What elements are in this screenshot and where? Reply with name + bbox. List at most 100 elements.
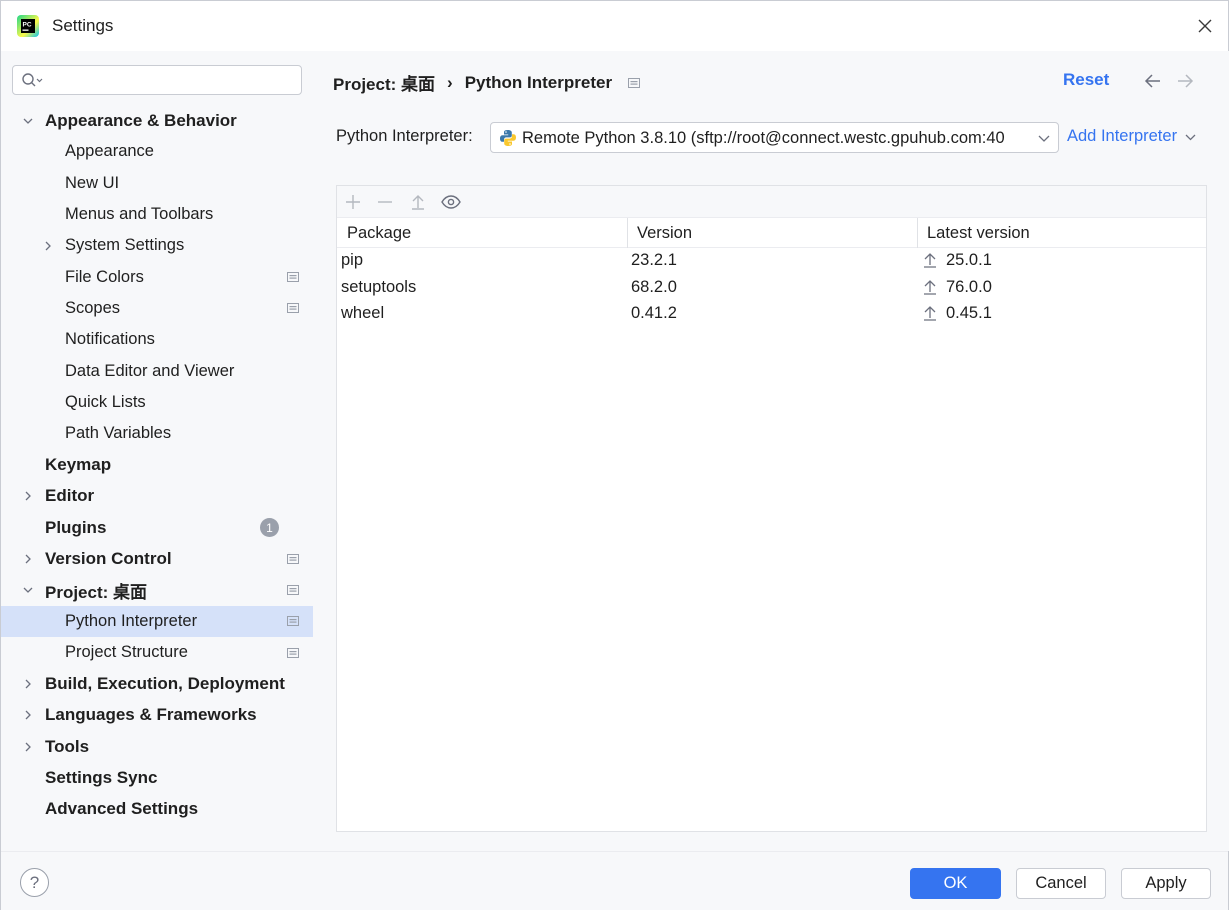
table-row[interactable]: wheel 0.41.2 0.45.1 <box>337 301 1206 328</box>
package-version: 0.41.2 <box>631 304 677 322</box>
column-divider <box>627 218 628 248</box>
install-package-button[interactable] <box>343 192 363 212</box>
sidebar-item-label: Build, Execution, Deployment <box>45 673 285 693</box>
sidebar-item-data-editor-and-viewer[interactable]: Data Editor and Viewer <box>1 355 313 386</box>
settings-window: PC Settings Appearance & Behavior Appeara… <box>0 0 1229 910</box>
packages-table-header: Package Version Latest version <box>337 218 1206 248</box>
sidebar-item-advanced-settings[interactable]: Advanced Settings <box>1 794 313 825</box>
sidebar-item-label: Advanced Settings <box>45 799 199 819</box>
sidebar-item-path-variables[interactable]: Path Variables <box>1 418 313 449</box>
sidebar-item-label: Plugins <box>45 517 107 537</box>
settings-sidebar: Appearance & Behavior Appearance New UI Men… <box>1 51 313 851</box>
sidebar-item-plugins[interactable]: Plugins 1 <box>1 512 313 543</box>
sidebar-item-label: Keymap <box>45 454 112 474</box>
table-row[interactable]: pip 23.2.1 25.0.1 <box>337 248 1206 275</box>
upgrade-available-icon <box>924 279 936 295</box>
chevron-down-icon[interactable] <box>22 584 34 596</box>
chevron-right-icon[interactable] <box>22 553 34 565</box>
sidebar-item-languages-frameworks[interactable]: Languages & Frameworks <box>1 700 313 731</box>
project-scope-icon <box>287 303 299 314</box>
sidebar-item-notifications[interactable]: Notifications <box>1 324 313 355</box>
sidebar-item-project[interactable]: Project: 桌面 <box>1 574 313 605</box>
column-divider <box>917 218 918 248</box>
chevron-right-icon[interactable] <box>22 709 34 721</box>
sidebar-item-project-structure[interactable]: Project Structure <box>1 637 313 668</box>
cancel-button[interactable]: Cancel <box>1016 868 1106 899</box>
sidebar-item-file-colors[interactable]: File Colors <box>1 261 313 292</box>
upgrade-available-icon <box>924 253 936 268</box>
column-header-version[interactable]: Version <box>637 224 692 243</box>
sidebar-item-menus-and-toolbars[interactable]: Menus and Toolbars <box>1 199 313 230</box>
minus-icon <box>378 201 392 203</box>
sidebar-item-editor[interactable]: Editor <box>1 481 313 512</box>
sidebar-item-python-interpreter[interactable]: Python Interpreter <box>1 605 313 638</box>
add-interpreter-label: Add Interpreter <box>1067 127 1178 145</box>
close-button[interactable] <box>1194 15 1216 37</box>
add-interpreter-button[interactable]: Add Interpreter <box>1067 127 1196 146</box>
package-version: 23.2.1 <box>631 251 677 269</box>
chevron-right-icon[interactable] <box>22 678 34 690</box>
table-row[interactable]: setuptools 68.2.0 76.0.0 <box>337 275 1206 302</box>
breadcrumb-parent[interactable]: Project: 桌面 <box>333 70 435 95</box>
pycharm-logo-icon: PC <box>17 15 39 37</box>
plus-icon <box>346 195 360 209</box>
chevron-right-icon[interactable] <box>42 240 54 252</box>
search-icon <box>22 73 43 87</box>
apply-button[interactable]: Apply <box>1121 868 1211 899</box>
sidebar-item-tools[interactable]: Tools <box>1 731 313 762</box>
sidebar-item-keymap[interactable]: Keymap <box>1 449 313 480</box>
package-latest-version: 76.0.0 <box>946 277 992 296</box>
svg-text:PC: PC <box>23 22 32 29</box>
sidebar-item-label: Appearance <box>65 142 154 161</box>
back-arrow-icon[interactable] <box>1143 71 1163 91</box>
upgrade-package-button[interactable] <box>408 192 428 212</box>
search-input[interactable] <box>51 70 291 90</box>
sidebar-item-label: Appearance & Behavior <box>45 110 237 130</box>
sidebar-item-label: Settings Sync <box>45 767 158 787</box>
sidebar-item-version-control[interactable]: Version Control <box>1 543 313 574</box>
interpreter-value: Remote Python 3.8.10 (sftp://root@connec… <box>522 129 1005 147</box>
sidebar-item-new-ui[interactable]: New UI <box>1 168 313 199</box>
sidebar-item-appearance[interactable]: Appearance <box>1 136 313 167</box>
chevron-right-icon[interactable] <box>22 741 34 753</box>
chevron-down-icon[interactable] <box>22 115 34 127</box>
sidebar-item-label: Version Control <box>45 548 172 568</box>
sidebar-item-label: Project: 桌面 <box>45 582 148 602</box>
ok-button[interactable]: OK <box>910 868 1001 899</box>
project-scope-icon <box>287 616 299 627</box>
package-latest-version: 0.45.1 <box>946 304 992 322</box>
sidebar-item-label: Menus and Toolbars <box>65 205 214 224</box>
package-latest-version: 25.0.1 <box>946 251 992 269</box>
interpreter-label: Python Interpreter: <box>336 127 473 145</box>
sidebar-item-system-settings[interactable]: System Settings <box>1 230 313 261</box>
chevron-down-icon <box>1185 134 1196 140</box>
package-version: 68.2.0 <box>631 277 677 296</box>
search-box[interactable] <box>12 65 302 95</box>
help-button[interactable]: ? <box>20 868 49 897</box>
column-header-package[interactable]: Package <box>347 224 411 243</box>
uninstall-package-button[interactable] <box>375 192 395 212</box>
sidebar-item-scopes[interactable]: Scopes <box>1 293 313 324</box>
column-header-latest-version[interactable]: Latest version <box>927 224 1030 243</box>
window-title: Settings <box>52 16 114 35</box>
sidebar-item-label: Path Variables <box>65 424 172 443</box>
eye-icon <box>441 195 461 209</box>
python-icon <box>500 130 516 146</box>
project-scope-icon <box>287 553 299 564</box>
show-early-releases-button[interactable] <box>441 192 461 212</box>
sidebar-item-appearance-behavior[interactable]: Appearance & Behavior <box>1 105 313 136</box>
forward-arrow-icon[interactable] <box>1175 71 1195 91</box>
sidebar-item-label: Languages & Frameworks <box>45 705 257 725</box>
title-bar: PC Settings <box>1 1 1228 51</box>
sidebar-item-label: Data Editor and Viewer <box>65 361 235 380</box>
interpreter-select[interactable]: Remote Python 3.8.10 (sftp://root@connec… <box>490 122 1059 153</box>
sidebar-item-build-execution-deployment[interactable]: Build, Execution, Deployment <box>1 668 313 699</box>
chevron-right-icon[interactable] <box>22 490 34 502</box>
sidebar-item-label: Tools <box>45 736 90 756</box>
dialog-footer: ? OK Cancel Apply <box>1 851 1228 910</box>
sidebar-item-quick-lists[interactable]: Quick Lists <box>1 387 313 418</box>
sidebar-item-settings-sync[interactable]: Settings Sync <box>1 762 313 793</box>
breadcrumb: Project: 桌面 › Python Interpreter <box>333 70 641 95</box>
settings-tree: Appearance & Behavior Appearance New UI Men… <box>1 105 313 825</box>
reset-link[interactable]: Reset <box>1063 70 1109 90</box>
